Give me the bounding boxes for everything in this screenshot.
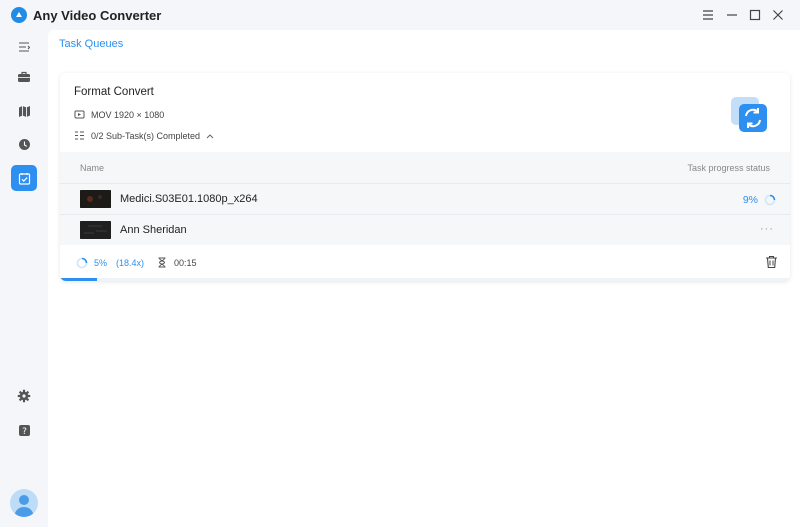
history-icon[interactable] [11,131,37,157]
file-name: Ann Sheridan [120,224,187,236]
app-logo-icon [11,7,27,23]
format-info: MOV 1920 × 1080 [74,109,164,120]
file-name: Medici.S03E01.1080p_x264 [120,193,258,205]
elapsed-time: 00:15 [157,257,197,268]
table-row[interactable]: Medici.S03E01.1080p_x264 9% [60,183,790,214]
menu-icon[interactable] [699,6,717,24]
delete-trash-icon[interactable] [765,255,778,274]
format-label: MOV 1920 × 1080 [91,109,165,120]
sidebar: ? [0,30,48,527]
video-thumbnail [80,190,111,208]
user-avatar[interactable] [10,489,38,517]
title-bar: Any Video Converter [0,0,800,30]
settings-gear-icon[interactable] [11,383,37,409]
task-footer: 5% (18.4x) 00:15 [60,245,790,281]
table-header: Name Task progress status [60,152,790,183]
hourglass-icon [158,257,166,268]
file-progress: 9% [742,194,758,206]
column-name-header: Name [80,163,105,173]
toolbox-icon[interactable] [11,64,37,90]
help-icon[interactable]: ? [11,417,37,443]
more-options-icon[interactable]: ··· [760,223,774,235]
table-row[interactable]: Ann Sheridan ··· [60,214,790,245]
subtask-info[interactable]: 0/2 Sub-Task(s) Completed [74,130,221,141]
app-title: Any Video Converter [33,8,162,23]
collapse-sidebar-icon[interactable] [11,34,37,60]
chevron-up-icon[interactable] [205,132,215,140]
overall-progress: 5% (18.4x) [76,257,144,269]
progress-bar-fill [60,278,97,281]
task-queue-icon[interactable] [11,165,37,191]
elapsed-time-value: 00:15 [174,257,197,268]
conversion-speed: (18.4x) [116,258,145,268]
column-status-header: Task progress status [687,163,770,173]
video-thumbnail [80,221,111,239]
svg-text:?: ? [22,427,27,437]
loading-spinner-icon [76,257,88,269]
map-icon[interactable] [11,98,37,124]
overall-progress-bar [60,278,790,281]
subtask-list-icon [75,131,84,140]
subtask-label: 0/2 Sub-Task(s) Completed [91,130,201,141]
minimize-icon[interactable] [723,6,741,24]
video-format-icon [74,110,85,119]
main-panel: Task Queues Format Convert MOV 1920 × 10… [48,30,800,527]
maximize-icon[interactable] [746,6,764,24]
task-card: Format Convert MOV 1920 × 1080 0/2 Sub-T… [60,73,790,281]
loading-spinner-icon [764,194,776,206]
page-title: Task Queues [59,38,124,50]
close-icon[interactable] [769,6,787,24]
task-title: Format Convert [74,86,154,98]
format-convert-icon [731,95,769,133]
overall-percent: 5% [94,258,108,268]
